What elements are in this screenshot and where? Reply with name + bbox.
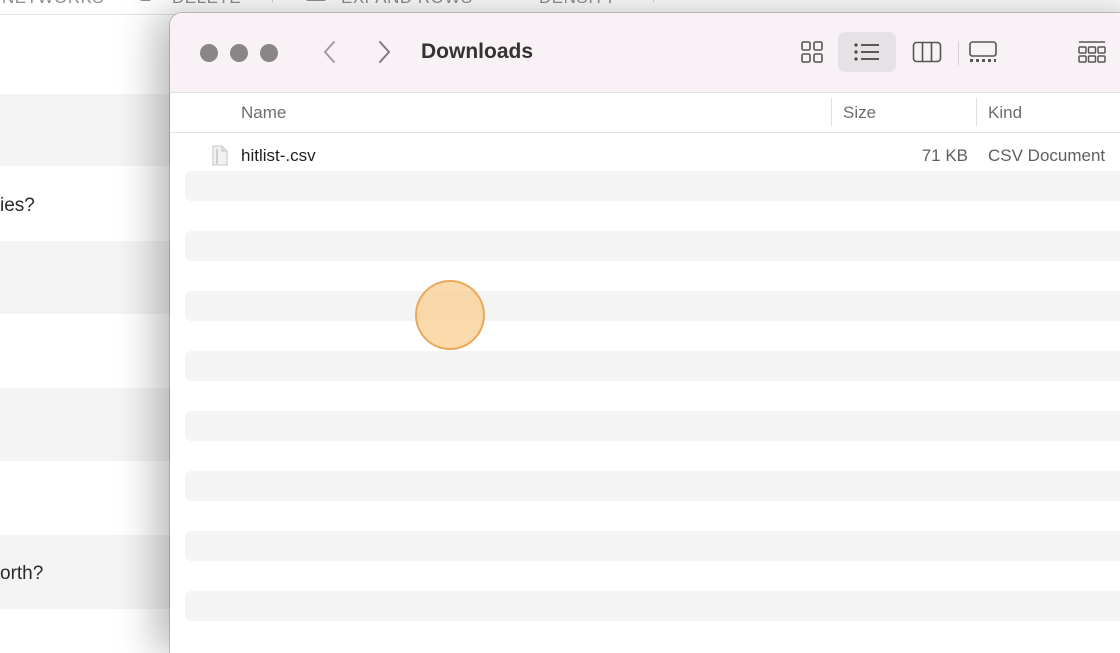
icon-view-icon bbox=[801, 41, 823, 63]
icon-view-button[interactable] bbox=[790, 32, 834, 72]
background-toolbar: NETWORKS DELETE EXPAND ROWS DENSITY bbox=[0, 0, 660, 12]
window-title: Downloads bbox=[421, 40, 534, 63]
expand-rows-button[interactable]: EXPAND ROWS bbox=[341, 0, 473, 8]
delete-button[interactable]: DELETE bbox=[172, 0, 241, 8]
empty-row-stripe bbox=[185, 351, 1120, 381]
empty-row-stripe bbox=[185, 231, 1120, 261]
empty-row-stripe bbox=[185, 171, 1120, 201]
size-column-header[interactable]: Size bbox=[843, 103, 876, 123]
empty-row-stripe bbox=[185, 411, 1120, 441]
empty-row-stripe bbox=[185, 291, 1120, 321]
list-view-icon bbox=[854, 43, 879, 61]
column-divider[interactable] bbox=[831, 98, 832, 126]
column-header-row: Name Size Kind bbox=[170, 93, 1120, 133]
file-kind: CSV Document bbox=[988, 146, 1106, 165]
chevron-left-icon bbox=[324, 41, 335, 63]
networks-button[interactable]: NETWORKS bbox=[2, 0, 104, 8]
minimize-window-button[interactable] bbox=[230, 44, 248, 62]
gallery-view-icon bbox=[969, 41, 997, 62]
file-list: hitlist-.csv 71 KB CSV Document bbox=[170, 133, 1120, 653]
empty-row-stripe bbox=[185, 591, 1120, 621]
click-indicator bbox=[415, 280, 485, 350]
density-button[interactable]: DENSITY bbox=[539, 0, 616, 8]
kind-column-header[interactable]: Kind bbox=[988, 103, 1022, 123]
expand-rows-icon bbox=[306, 0, 326, 1]
finder-window: Downloads Name Size Kind hitlist-.csv 71… bbox=[170, 13, 1120, 653]
list-view-button[interactable] bbox=[838, 32, 896, 72]
question-text: orth? bbox=[0, 563, 44, 584]
column-view-icon bbox=[912, 41, 942, 63]
column-divider[interactable] bbox=[976, 98, 977, 126]
group-icon bbox=[1078, 41, 1106, 63]
column-view-button[interactable] bbox=[904, 32, 950, 72]
toolbar-divider bbox=[653, 0, 654, 2]
gallery-view-button[interactable] bbox=[962, 32, 1004, 72]
empty-row-stripe bbox=[185, 531, 1120, 561]
empty-row-stripe bbox=[185, 471, 1120, 501]
finder-toolbar: Downloads bbox=[170, 13, 1120, 93]
group-button[interactable] bbox=[1072, 32, 1112, 72]
trash-icon bbox=[140, 0, 151, 1]
question-text: ies? bbox=[0, 195, 35, 216]
forward-button[interactable] bbox=[372, 39, 396, 65]
file-row[interactable]: hitlist-.csv 71 KB CSV Document bbox=[170, 135, 1120, 175]
file-name: hitlist-.csv bbox=[241, 146, 316, 165]
csv-file-icon bbox=[212, 145, 228, 166]
toolbar-divider bbox=[958, 41, 959, 65]
back-button[interactable] bbox=[318, 39, 342, 65]
file-size: 71 KB bbox=[921, 146, 968, 165]
name-column-header[interactable]: Name bbox=[241, 103, 286, 123]
toolbar-divider bbox=[272, 0, 273, 2]
close-window-button[interactable] bbox=[200, 44, 218, 62]
chevron-right-icon bbox=[379, 41, 390, 63]
zoom-window-button[interactable] bbox=[260, 44, 278, 62]
